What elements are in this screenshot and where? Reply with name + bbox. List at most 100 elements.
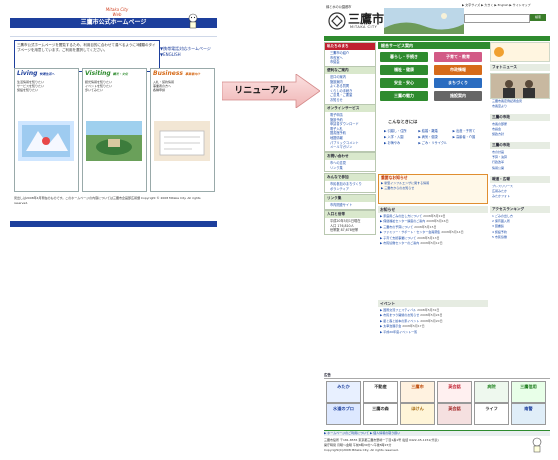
living-map-image: [18, 121, 74, 161]
sidebar-box-participate: みんなで参加 市民参加のまちづくり ボランティア: [324, 173, 376, 194]
household-count: 世帯数 87,678世帯: [330, 228, 359, 233]
sidebar-link[interactable]: お知らせ: [330, 98, 373, 103]
old-column-business[interactable]: Business 事業者向け 入札・契約情報 事業者の方へ 各種申請: [150, 68, 215, 192]
service-welfare[interactable]: 福祉・健康: [380, 65, 428, 75]
column-list: 観光情報を知りたい イベントを知りたい 歩いてみたい: [83, 78, 146, 95]
header-photo: [384, 8, 464, 34]
services-header: 総合サービス案内: [378, 42, 491, 49]
sidebar-link[interactable]: メールマガジン: [330, 145, 373, 150]
ad-banner[interactable]: 病院: [474, 381, 509, 403]
list-item[interactable]: 施設を知りたい: [17, 88, 76, 92]
column-title: Business 事業者向け: [153, 70, 201, 77]
service-safety[interactable]: 安全・安心: [380, 78, 428, 88]
citygov-link[interactable]: 情報公開: [492, 166, 548, 171]
ad-banner[interactable]: 南警: [511, 403, 546, 425]
old-header: Mitaka City Web 三鷹市公式ホームページ: [10, 6, 217, 37]
list-item[interactable]: 各種申請: [153, 88, 212, 92]
ad-area: 広告 みたか 不動産 三鷹市 英会話 病院 三鷹信用 水道のプロ 三鷹の森 ほけ…: [324, 372, 550, 426]
sidebar-heading: 便利なご案内: [325, 67, 375, 74]
column-title: Visiting 観光・文化: [85, 70, 128, 77]
press-link[interactable]: みたかフォト: [492, 194, 548, 199]
top-nav[interactable]: ▶ 文字サイズ ▶ 大きく ▶ English ▶ サイトマップ: [462, 3, 550, 11]
important-link[interactable]: ▶ 三鷹市からのお知らせ: [379, 186, 487, 191]
ad-banner[interactable]: 英会話: [437, 381, 472, 403]
mascot-icon: [188, 13, 198, 29]
footer-links[interactable]: ▶ ホームページのご利用について ▶ 個人情報の取り扱い: [324, 430, 550, 436]
business-photo: [154, 121, 210, 161]
citygov-heading: 三鷹の市政: [490, 142, 550, 149]
sidebar-heading: みんなで参加: [325, 174, 375, 181]
photo-news-heading: フォトニュース: [490, 64, 550, 71]
situation-link[interactable]: ▶ ごみ・リサイクル: [418, 140, 452, 146]
ad-heading: 広告: [324, 372, 550, 379]
ad-banner[interactable]: 水道のプロ: [326, 403, 361, 425]
new-homepage: 緑と水の公園都市 三鷹市 MITAKA CITY ▶ 文字サイズ ▶ 大きく ▶…: [324, 0, 550, 460]
sidebar-link[interactable]: 市内関連サイト: [330, 203, 373, 208]
sidebar-box-guide: 便利なご案内 窓口の案内 施設案内 よくある質問 くらしの手続き ご意見・ご要望…: [324, 66, 376, 105]
old-footer-bar: [10, 221, 217, 227]
column-title: Living 快適生活へ: [17, 70, 55, 77]
ad-banner[interactable]: ライフ: [474, 403, 509, 425]
english-link[interactable]: ▼ENGLISH: [160, 52, 216, 58]
citygov-list: 市の計画 予算・決算 行政改革 情報公開: [492, 150, 548, 171]
important-notice: 重要なお知らせ ▶ 新型インフルエンザに関する情報 ▶ 三鷹市からのお知らせ: [378, 174, 488, 204]
situation-link[interactable]: ▶ 高齢者・介護: [453, 134, 487, 140]
list-item[interactable]: 歩いてみたい: [85, 88, 144, 92]
event-item[interactable]: ▶ 平成20年度イベント一覧: [380, 330, 486, 335]
city-emblem-icon: [328, 12, 346, 30]
photo-news-list: 三鷹市長定例記者会見 市長室より: [492, 99, 548, 109]
ad-banner[interactable]: 三鷹の森: [363, 403, 398, 425]
header-bar: [324, 36, 550, 41]
situation-link[interactable]: ▶ お悔やみ: [384, 140, 418, 146]
sidebar-link[interactable]: 市議会: [330, 60, 373, 65]
ranking-item[interactable]: 5 市民協働: [492, 235, 548, 240]
mayor-link[interactable]: 施政方針: [492, 132, 548, 137]
ad-banner[interactable]: 三鷹信用: [511, 381, 546, 403]
sidebar-link[interactable]: リンク集: [330, 166, 373, 171]
old-link-list: ▼携帯電話対応ホームページ ▼ENGLISH: [160, 46, 216, 58]
mayor-heading: 三鷹の市政: [490, 114, 550, 121]
promo-banner[interactable]: [490, 42, 550, 62]
old-homepage: Mitaka City Web 三鷹市公式ホームページ 三鷹市公式ホームページを…: [10, 6, 217, 258]
ad-banner[interactable]: みたか: [326, 381, 361, 403]
ad-banner[interactable]: ほけん: [400, 403, 435, 425]
sidebar-box-contact: お問い合わせ 市への意見 リンク集: [324, 152, 376, 173]
mayor-list: 市長の部屋 市議会 施政方針: [492, 122, 548, 138]
right-column: フォトニュース 三鷹市長定例記者会見 市長室より 三鷹の市政 市長の部屋 市議会…: [490, 42, 550, 372]
sidebar-link[interactable]: ボランティア: [330, 187, 373, 192]
sidebar-box-town: 私たちのまち 三鷹市の紹介 市長室へ 市議会: [324, 42, 376, 67]
city-name-en: MITAKA CITY: [350, 25, 378, 29]
tagline: 緑と水の公園都市: [326, 5, 352, 9]
column-list: 生活情報を知りたい サービスを知りたい 施設を知りたい: [15, 78, 78, 95]
service-childcare[interactable]: 子育て・教育: [434, 52, 482, 62]
old-logo[interactable]: Mitaka City Web: [102, 7, 132, 17]
press-heading: 報道・広報: [490, 176, 550, 183]
old-column-living[interactable]: Living 快適生活へ 生活情報を知りたい サービスを知りたい 施設を知りたい: [14, 68, 79, 192]
column-list: 入札・契約情報 事業者の方へ 各種申請: [151, 78, 214, 95]
service-urban[interactable]: まちづくり: [434, 78, 482, 88]
press-list: プレスリリース 広報みたか みたかフォト: [492, 184, 548, 200]
event-heading: イベント: [378, 300, 488, 307]
sidebar-heading: お問い合わせ: [325, 153, 375, 160]
old-footer: 見出しは2008年4月現在のものです。このホームページの内容については三鷹市企画…: [14, 196, 201, 205]
sidebar-heading: オンラインサービス: [325, 105, 375, 112]
service-facilities[interactable]: 施設案内: [434, 91, 482, 101]
footer-hours: 開庁時間 月曜～金曜 午前8時30分～午後5時15分: [324, 443, 392, 447]
service-charm[interactable]: 三鷹の魅力: [380, 91, 428, 101]
center-column: 総合サービス案内 暮らし・手続き 子育て・教育 福祉・健康 市政情報 安全・安心…: [378, 42, 491, 372]
old-column-visiting[interactable]: Visiting 観光・文化 観光情報を知りたい イベントを知りたい 歩いてみた…: [82, 68, 147, 192]
ad-banner[interactable]: 英会話: [437, 403, 472, 425]
situation-heading: こんなときには: [388, 119, 418, 124]
ad-banner[interactable]: 三鷹市: [400, 381, 435, 403]
photo-news-link[interactable]: 市長室より: [492, 104, 548, 109]
news-item[interactable]: ▶ 市民協働センターのご案内 2008年5月12日: [380, 241, 486, 246]
service-living[interactable]: 暮らし・手続き: [380, 52, 428, 62]
footer-address: 三鷹市役所 〒181-8555 東京都三鷹市野崎一丁目1番1号 電話 0422-…: [324, 438, 439, 442]
situation-links: ▶ 引越し・住所 ▶ 結婚・離婚 ▶ 出産・子育て ▶ 入学・入園 ▶ 病気・健康 ▶ …: [384, 128, 488, 146]
service-citygov[interactable]: 市政情報: [434, 65, 482, 75]
search-input[interactable]: [464, 14, 530, 23]
sidebar-box-online: オンラインサービス 電子申請 施設予約 申請書ダウンロード 電子入札 図書館予約…: [324, 104, 376, 152]
photo-news-image[interactable]: [490, 73, 550, 99]
ad-banner[interactable]: 不動産: [363, 381, 398, 403]
search-button[interactable]: 検索: [530, 14, 546, 21]
